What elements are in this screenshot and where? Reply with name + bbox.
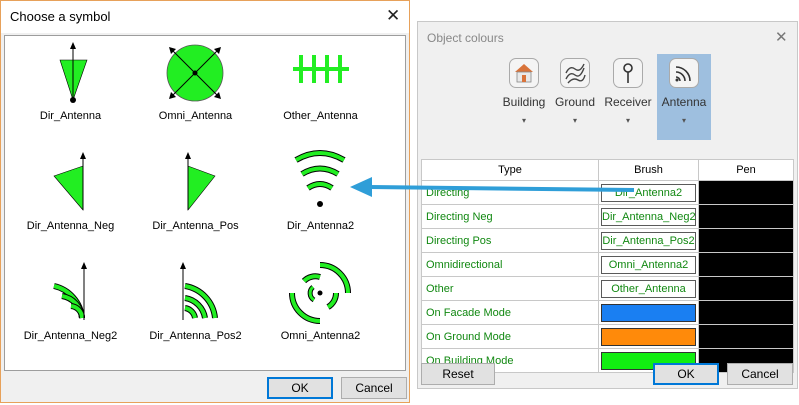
toolbar-label: Receiver xyxy=(604,95,652,109)
colours-ok-button[interactable]: OK xyxy=(653,363,719,385)
toolbar-label: Ground xyxy=(554,95,596,109)
symbol-dir-antenna-pos2[interactable]: Dir_Antenna_Pos2 xyxy=(133,256,258,366)
brush-swatch[interactable]: Omni_Antenna2 xyxy=(601,255,696,274)
symbol-cancel-button[interactable]: Cancel xyxy=(341,377,407,399)
symbol-label: Dir_Antenna2 xyxy=(286,220,355,232)
row-type: On Ground Mode xyxy=(421,324,599,349)
brush-swatch[interactable]: Dir_Antenna_Neg2 xyxy=(601,207,696,226)
row-type: On Facade Mode xyxy=(421,300,599,325)
reset-button[interactable]: Reset xyxy=(421,363,495,385)
colours-cancel-button[interactable]: Cancel xyxy=(727,363,793,385)
pen-swatch[interactable] xyxy=(698,252,794,277)
toolbar-receiver[interactable]: Receiver ▾ xyxy=(601,54,655,140)
choose-symbol-dialog: Choose a symbol ✕ Dir_Antenna Omni_Anten… xyxy=(0,0,410,403)
header-pen: Pen xyxy=(698,159,794,181)
pen-swatch[interactable] xyxy=(698,180,794,205)
symbol-dir-antenna-neg[interactable]: Dir_Antenna_Neg xyxy=(8,146,133,256)
toolbar-building[interactable]: Building ▾ xyxy=(497,54,551,140)
antenna-icon xyxy=(669,58,699,88)
symbol-label: Dir_Antenna_Neg2 xyxy=(23,330,118,342)
other-antenna-icon xyxy=(293,55,349,83)
building-icon xyxy=(509,58,539,88)
toolbar-label: Antenna xyxy=(661,95,707,109)
receiver-icon xyxy=(613,58,643,88)
pen-swatch[interactable] xyxy=(698,300,794,325)
toolbar-antenna[interactable]: Antenna ▾ xyxy=(657,54,711,140)
ground-icon xyxy=(560,58,590,88)
pen-swatch[interactable] xyxy=(698,276,794,301)
row-type: Directing Pos xyxy=(421,228,599,253)
symbol-label: Dir_Antenna_Pos xyxy=(152,220,239,232)
symbol-label: Omni_Antenna2 xyxy=(280,330,361,342)
chevron-down-icon: ▾ xyxy=(681,116,686,125)
brush-color-swatch[interactable] xyxy=(601,327,696,346)
chevron-down-icon: ▾ xyxy=(625,116,630,125)
symbol-label: Omni_Antenna xyxy=(158,110,233,122)
choose-symbol-titlebar: Choose a symbol ✕ xyxy=(1,1,409,33)
table-row: Directing Neg Dir_Antenna_Neg2 xyxy=(421,204,794,229)
dir-antenna-neg2-icon xyxy=(53,262,87,320)
chevron-down-icon: ▾ xyxy=(572,116,577,125)
object-colours-dialog: Object colours ✕ Building ▾ Ground ▾ Rec… xyxy=(417,21,798,389)
pen-swatch[interactable] xyxy=(698,204,794,229)
symbol-label: Dir_Antenna xyxy=(39,110,102,122)
annotation-arrow-icon xyxy=(350,177,635,197)
toolbar-label: Building xyxy=(502,95,546,109)
brush-color-swatch[interactable] xyxy=(601,303,696,322)
symbol-omni-antenna2[interactable]: Omni_Antenna2 xyxy=(258,256,383,366)
table-row: Omnidirectional Omni_Antenna2 xyxy=(421,252,794,277)
chevron-down-icon: ▾ xyxy=(521,116,526,125)
object-colours-title: Object colours xyxy=(427,31,504,45)
symbol-omni-antenna[interactable]: Omni_Antenna xyxy=(133,36,258,146)
symbol-dir-antenna[interactable]: Dir_Antenna xyxy=(8,36,133,146)
dir-antenna-pos2-icon xyxy=(180,262,218,320)
pen-swatch[interactable] xyxy=(698,228,794,253)
brush-swatch[interactable]: Other_Antenna xyxy=(601,279,696,298)
omni-antenna-icon xyxy=(166,44,224,102)
pen-swatch[interactable] xyxy=(698,324,794,349)
symbol-dir-antenna-pos[interactable]: Dir_Antenna_Pos xyxy=(133,146,258,256)
close-icon[interactable]: ✕ xyxy=(386,8,400,25)
close-icon[interactable]: ✕ xyxy=(775,29,788,46)
symbol-label: Dir_Antenna_Pos2 xyxy=(149,330,242,342)
table-row: Directing Pos Dir_Antenna_Pos2 xyxy=(421,228,794,253)
dir-antenna-pos-icon xyxy=(185,152,216,211)
dir-antenna-icon xyxy=(59,42,88,103)
symbol-label: Dir_Antenna_Neg xyxy=(26,220,115,232)
symbol-dir-antenna-neg2[interactable]: Dir_Antenna_Neg2 xyxy=(8,256,133,366)
dir-antenna-neg-icon xyxy=(53,152,86,211)
symbol-other-antenna[interactable]: Other_Antenna xyxy=(258,36,383,146)
omni-antenna2-icon xyxy=(289,262,351,324)
table-row: Other Other_Antenna xyxy=(421,276,794,301)
toolbar-ground[interactable]: Ground ▾ xyxy=(548,54,602,140)
symbol-ok-button[interactable]: OK xyxy=(267,377,333,399)
table-row: On Facade Mode xyxy=(421,300,794,325)
brush-swatch[interactable]: Dir_Antenna_Pos2 xyxy=(601,231,696,250)
row-type: Omnidirectional xyxy=(421,252,599,277)
row-type: Other xyxy=(421,276,599,301)
table-row: On Ground Mode xyxy=(421,324,794,349)
row-type: Directing Neg xyxy=(421,204,599,229)
symbol-label: Other_Antenna xyxy=(283,110,358,122)
symbol-dir-antenna2[interactable]: Dir_Antenna2 xyxy=(258,146,383,256)
symbol-grid: Dir_Antenna Omni_Antenna Other_Antenna D… xyxy=(4,35,406,371)
choose-symbol-title: Choose a symbol xyxy=(10,9,111,24)
